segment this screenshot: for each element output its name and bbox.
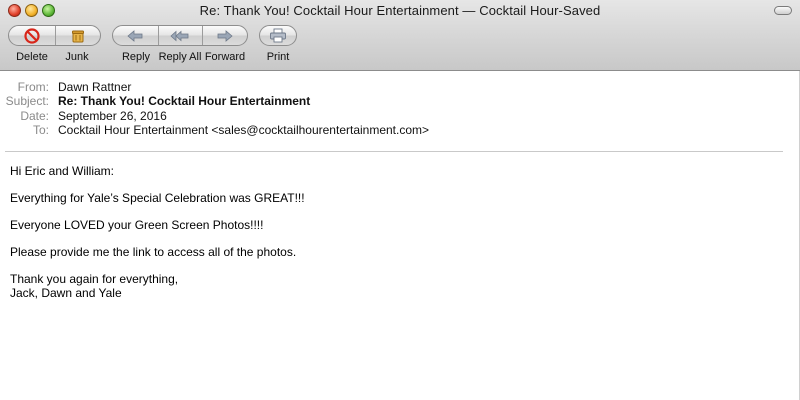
- reply-button[interactable]: [113, 26, 158, 45]
- toolbar-toggle-button[interactable]: [774, 6, 792, 15]
- date-row: Date: September 26, 2016: [0, 109, 800, 123]
- forward-icon: [217, 29, 233, 42]
- title-toolbar-area: Re: Thank You! Cocktail Hour Entertainme…: [0, 0, 800, 71]
- to-value[interactable]: Cocktail Hour Entertainment <sales@cockt…: [58, 123, 429, 137]
- reply-icon: [127, 29, 143, 42]
- to-row: To: Cocktail Hour Entertainment <sales@c…: [0, 123, 800, 137]
- print-button[interactable]: [260, 26, 296, 45]
- delete-icon: [24, 27, 40, 44]
- body-paragraph: Please provide me the link to access all…: [10, 245, 297, 259]
- forward-button[interactable]: [202, 26, 247, 45]
- junk-button[interactable]: [54, 26, 101, 45]
- date-label: Date:: [20, 109, 49, 123]
- forward-button-label[interactable]: Forward: [195, 51, 255, 63]
- closing-line: Thank you again for everything,: [10, 272, 179, 286]
- print-button-label[interactable]: Print: [248, 51, 308, 63]
- date-value: September 26, 2016: [58, 109, 167, 123]
- mail-message-window: Re: Thank You! Cocktail Hour Entertainme…: [0, 0, 800, 400]
- signature-line: Jack, Dawn and Yale: [10, 286, 122, 300]
- subject-value: Re: Thank You! Cocktail Hour Entertainme…: [58, 94, 311, 108]
- subject-label: Subject:: [5, 94, 49, 108]
- from-label: From:: [17, 80, 49, 94]
- junk-icon: [71, 30, 84, 42]
- body-closing: Thank you again for everything, Jack, Da…: [10, 272, 770, 300]
- from-row: From: Dawn Rattner: [0, 80, 800, 94]
- junk-button-label[interactable]: Junk: [47, 51, 107, 63]
- print-button-group: [259, 25, 297, 46]
- reply-all-button[interactable]: [157, 26, 203, 45]
- subject-row: Subject: Re: Thank You! Cocktail Hour En…: [0, 94, 800, 108]
- message-body[interactable]: Hi Eric and William: Everything for Yale…: [10, 164, 770, 300]
- body-paragraph: Everything for Yale’s Special Celebratio…: [10, 191, 305, 205]
- print-icon: [270, 28, 286, 43]
- header-divider: [5, 151, 783, 152]
- reply-all-icon: [170, 30, 189, 41]
- delete-button[interactable]: [9, 26, 55, 45]
- from-value[interactable]: Dawn Rattner: [58, 80, 131, 94]
- to-label: To:: [32, 123, 49, 137]
- body-paragraph: Everyone LOVED your Green Screen Photos!…: [10, 218, 264, 232]
- delete-junk-button-group: [8, 25, 101, 46]
- reply-forward-button-group: [112, 25, 248, 46]
- window-title: Re: Thank You! Cocktail Hour Entertainme…: [199, 3, 601, 18]
- body-greeting: Hi Eric and William:: [10, 164, 115, 178]
